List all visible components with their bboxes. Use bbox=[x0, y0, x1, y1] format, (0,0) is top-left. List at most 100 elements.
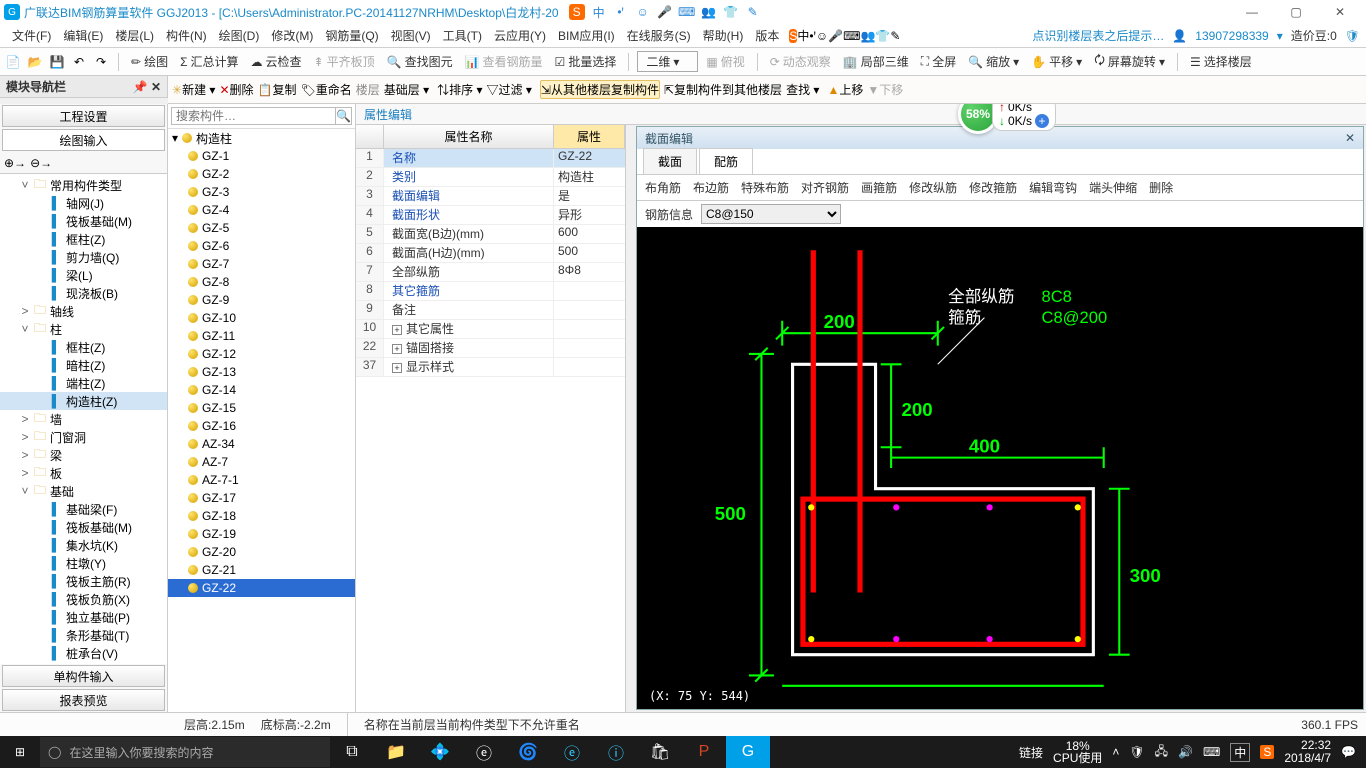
menu-item[interactable]: 在线服务(S) bbox=[621, 29, 697, 43]
list-item[interactable]: GZ-7 bbox=[168, 255, 355, 273]
nav-tab-single[interactable]: 单构件输入 bbox=[2, 665, 165, 687]
network-speed-widget[interactable]: 58% ↑0K/s ↓0K/s + bbox=[958, 104, 1056, 134]
tray-sogou-icon[interactable]: S bbox=[1260, 745, 1274, 759]
tree-node[interactable]: ▌筏板基础(M) bbox=[0, 212, 167, 230]
nav-tab-draw[interactable]: 绘图输入 bbox=[2, 129, 165, 151]
undo-icon[interactable]: ↶ bbox=[70, 53, 88, 71]
floor-select[interactable]: 基础层 ▾ bbox=[384, 81, 429, 98]
section-tool[interactable]: 画箍筋 bbox=[861, 179, 897, 196]
tree-node[interactable]: ▌筏板负筋(X) bbox=[0, 590, 167, 608]
app-edge2-icon[interactable]: ⓔ bbox=[550, 736, 594, 768]
move-up-button[interactable]: ▲上移 bbox=[827, 81, 863, 98]
collapse-icon[interactable]: ⊖→ bbox=[30, 156, 52, 170]
property-row[interactable]: 10+其它属性 bbox=[356, 320, 625, 339]
list-item[interactable]: GZ-19 bbox=[168, 525, 355, 543]
property-row[interactable]: 8其它箍筋 bbox=[356, 282, 625, 301]
rename-button[interactable]: 🏷重命名 bbox=[300, 81, 351, 98]
tree-node[interactable]: ▌暗柱(Z) bbox=[0, 356, 167, 374]
list-item[interactable]: GZ-3 bbox=[168, 183, 355, 201]
tree-node[interactable]: ˃🗀墙 bbox=[0, 410, 167, 428]
tree-node[interactable]: ▌筏板主筋(R) bbox=[0, 572, 167, 590]
taskbar-search[interactable]: ◯ 在这里输入你要搜索的内容 bbox=[40, 737, 330, 767]
delete-comp-button[interactable]: ✕删除 bbox=[219, 81, 253, 98]
list-item[interactable]: GZ-11 bbox=[168, 327, 355, 345]
tree-node[interactable]: ▌构造柱(Z) bbox=[0, 392, 167, 410]
list-item[interactable]: GZ-8 bbox=[168, 273, 355, 291]
menu-item[interactable]: 绘图(D) bbox=[213, 29, 266, 43]
rotate-button[interactable]: 🗘屏幕旋转 ▾ bbox=[1090, 49, 1169, 74]
minimize-button[interactable]: — bbox=[1232, 0, 1272, 24]
property-row[interactable]: 4截面形状异形 bbox=[356, 206, 625, 225]
section-tool[interactable]: 修改箍筋 bbox=[969, 179, 1017, 196]
tray-shield-icon[interactable]: 🛡 bbox=[1129, 745, 1144, 759]
tray-ime[interactable]: 中 bbox=[1230, 743, 1250, 762]
section-tool[interactable]: 对齐钢筋 bbox=[801, 179, 849, 196]
tray-net-icon[interactable]: 🖧 bbox=[1155, 742, 1168, 763]
draw-button[interactable]: ✏绘图 bbox=[127, 51, 172, 72]
menu-item[interactable]: 钢筋量(Q) bbox=[319, 29, 384, 43]
section-canvas[interactable]: 500 200 200 400 300 全部纵筋 8C8 箍筋 C8@200 (… bbox=[637, 227, 1363, 709]
list-item[interactable]: GZ-20 bbox=[168, 543, 355, 561]
tree-node[interactable]: ▌筏板基础(M) bbox=[0, 518, 167, 536]
section-tool[interactable]: 特殊布筋 bbox=[741, 179, 789, 196]
orbit-button[interactable]: ⟳动态观察 bbox=[766, 51, 835, 72]
menu-item[interactable]: BIM应用(I) bbox=[552, 29, 621, 43]
list-item[interactable]: GZ-16 bbox=[168, 417, 355, 435]
tree-node[interactable]: ▌端柱(Z) bbox=[0, 374, 167, 392]
tree-node[interactable]: ▌剪力墙(Q) bbox=[0, 248, 167, 266]
tree-node[interactable]: ˃🗀梁 bbox=[0, 446, 167, 464]
list-item[interactable]: GZ-6 bbox=[168, 237, 355, 255]
list-item[interactable]: GZ-10 bbox=[168, 309, 355, 327]
align-top-button[interactable]: ⇞平齐板顶 bbox=[310, 51, 379, 72]
tray-key-icon[interactable]: ⌨ bbox=[1203, 745, 1220, 759]
list-item[interactable]: GZ-15 bbox=[168, 399, 355, 417]
expand-icon[interactable]: ⊕→ bbox=[4, 156, 26, 170]
taskbar[interactable]: ⊞ ◯ 在这里输入你要搜索的内容 ⧉ 📁 💠 ⓔ 🌀 ⓔ ⓘ 🛍 P G 链接 … bbox=[0, 736, 1366, 768]
app-store-icon[interactable]: 🛍 bbox=[638, 736, 682, 768]
copy-to-floor-button[interactable]: ⇱复制构件到其他楼层 bbox=[664, 81, 782, 98]
app-edge-icon[interactable]: ⓔ bbox=[462, 736, 506, 768]
app-ppt-icon[interactable]: P bbox=[682, 736, 726, 768]
notice-text[interactable]: 点识别楼层表之后提示… bbox=[1032, 27, 1164, 44]
find-elem-button[interactable]: 🔍查找图元 bbox=[383, 51, 457, 72]
menu-item[interactable]: 云应用(Y) bbox=[488, 29, 552, 43]
section-tool[interactable]: 布角筋 bbox=[645, 179, 681, 196]
tray-link[interactable]: 链接 bbox=[1019, 744, 1043, 761]
tree-node[interactable]: ˃🗀门窗洞 bbox=[0, 428, 167, 446]
search-icon[interactable]: 🔍 bbox=[336, 107, 352, 125]
nav-tab-project[interactable]: 工程设置 bbox=[2, 105, 165, 127]
batch-select-button[interactable]: ☑批量选择 bbox=[551, 51, 621, 72]
zoom-button[interactable]: 🔍缩放 ▾ bbox=[964, 51, 1023, 72]
copy-comp-button[interactable]: 📋复制 bbox=[258, 81, 297, 98]
ime-toolbar-2[interactable]: S中•ꞌ☺🎤⌨👥👕✎ bbox=[789, 29, 900, 43]
list-item[interactable]: AZ-34 bbox=[168, 435, 355, 453]
menu-item[interactable]: 视图(V) bbox=[385, 29, 437, 43]
list-item[interactable]: GZ-1 bbox=[168, 147, 355, 165]
start-button[interactable]: ⊞ bbox=[0, 736, 40, 768]
tray-notify-icon[interactable]: 💬 bbox=[1341, 745, 1356, 759]
open-icon[interactable]: 📂 bbox=[26, 53, 44, 71]
tree-node[interactable]: ▌框柱(Z) bbox=[0, 338, 167, 356]
tree-node[interactable]: ▌框柱(Z) bbox=[0, 230, 167, 248]
tree-node[interactable]: ▌基础梁(F) bbox=[0, 500, 167, 518]
tree-node[interactable]: ▌桩承台(V) bbox=[0, 644, 167, 662]
tree-node[interactable]: ˅🗀常用构件类型 bbox=[0, 176, 167, 194]
tray-vol-icon[interactable]: 🔊 bbox=[1178, 745, 1193, 759]
section-tool[interactable]: 删除 bbox=[1149, 179, 1173, 196]
list-item[interactable]: GZ-17 bbox=[168, 489, 355, 507]
tree-node[interactable]: ˃🗀轴线 bbox=[0, 302, 167, 320]
property-row[interactable]: 5截面宽(B边)(mm)600 bbox=[356, 225, 625, 244]
tree-node[interactable]: ▌柱墩(Y) bbox=[0, 554, 167, 572]
list-item[interactable]: GZ-13 bbox=[168, 363, 355, 381]
list-item[interactable]: AZ-7 bbox=[168, 453, 355, 471]
redo-icon[interactable]: ↷ bbox=[92, 53, 110, 71]
copy-from-floor-button[interactable]: ⇲从其他楼层复制构件 bbox=[540, 80, 660, 99]
sum-button[interactable]: Σ汇总计算 bbox=[176, 51, 242, 72]
new-icon[interactable]: 📄 bbox=[4, 53, 22, 71]
menu-item[interactable]: 编辑(E) bbox=[57, 29, 109, 43]
tree-node[interactable]: ˅🗀柱 bbox=[0, 320, 167, 338]
menu-item[interactable]: 文件(F) bbox=[6, 29, 57, 43]
tree-node[interactable]: ▌集水坑(K) bbox=[0, 536, 167, 554]
menu-item[interactable]: 修改(M) bbox=[265, 29, 319, 43]
move-down-button[interactable]: ▼下移 bbox=[867, 81, 903, 98]
